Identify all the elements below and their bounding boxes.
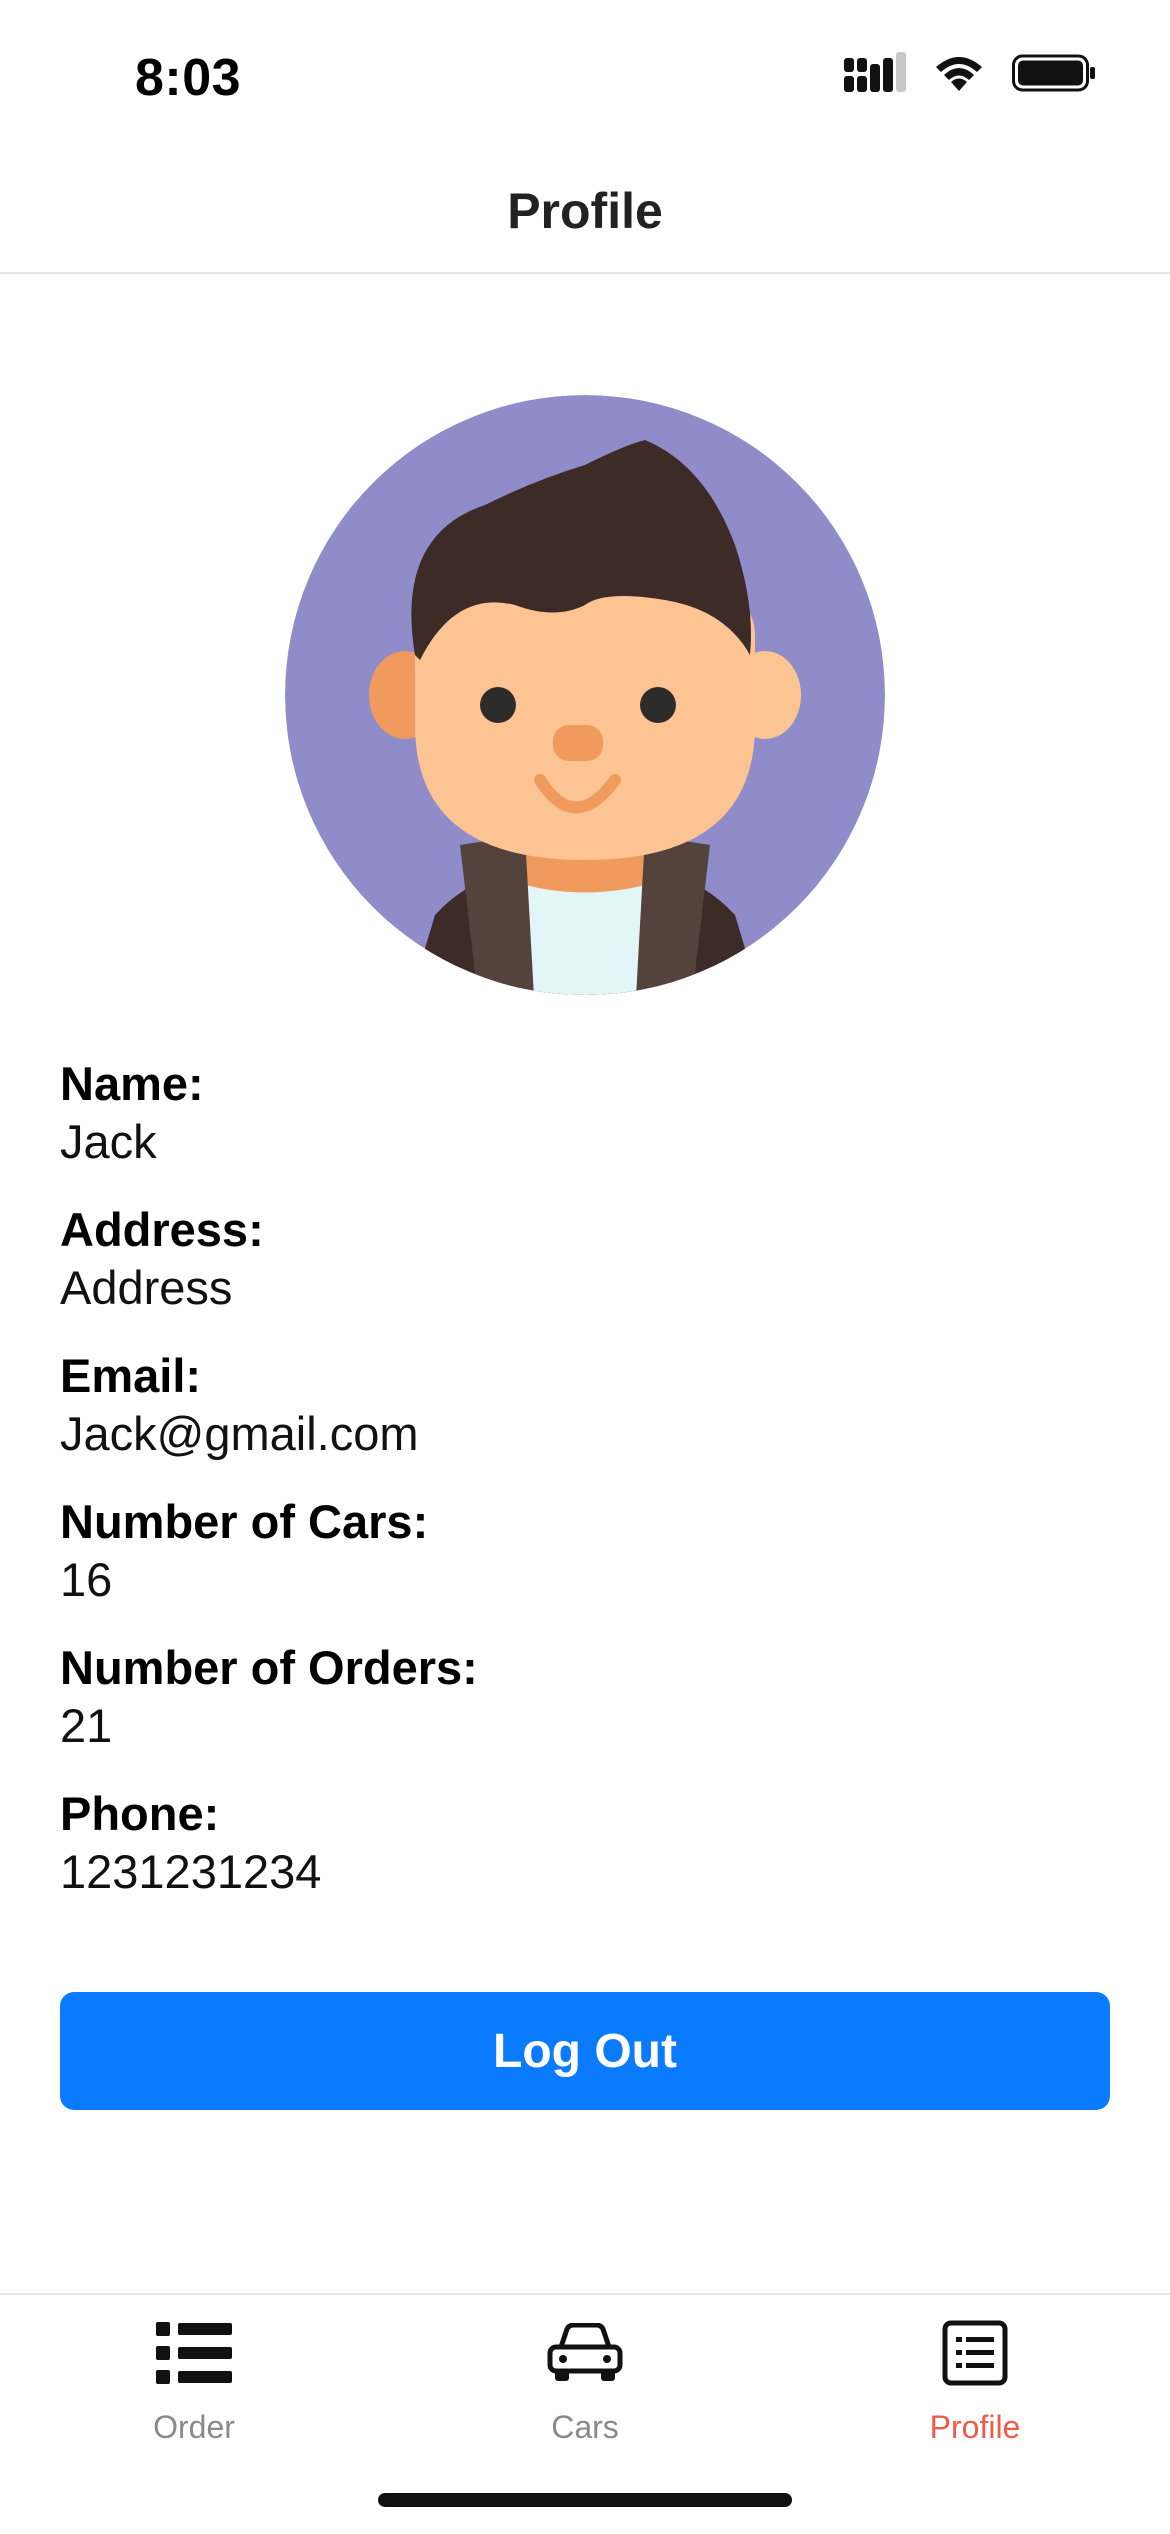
page-title: Profile	[507, 183, 663, 239]
phone-field: Phone: 1231231234	[60, 1785, 1110, 1931]
home-indicator[interactable]	[378, 2493, 792, 2507]
battery-icon	[1012, 53, 1096, 98]
avatar	[285, 395, 885, 995]
name-field: Name: Jack	[60, 1055, 1110, 1201]
cars-count-field: Number of Cars: 16	[60, 1493, 1110, 1639]
tab-order-label: Order	[153, 2409, 235, 2445]
orders-count-field: Number of Orders: 21	[60, 1639, 1110, 1785]
wifi-icon	[932, 53, 986, 98]
email-label: Email:	[60, 1349, 202, 1402]
cars-count-label: Number of Cars:	[60, 1495, 429, 1548]
address-label: Address:	[60, 1203, 264, 1256]
email-value: Jack@gmail.com	[60, 1407, 419, 1460]
tab-profile-label: Profile	[929, 2409, 1021, 2445]
navigation-header: Profile	[0, 150, 1170, 274]
user-avatar-illustration	[285, 395, 885, 995]
tab-cars-label: Cars	[551, 2409, 619, 2445]
tab-order[interactable]: Order	[44, 2315, 344, 2465]
car-icon	[545, 2315, 625, 2391]
tab-profile[interactable]: Profile	[825, 2315, 1125, 2465]
phone-label: Phone:	[60, 1787, 220, 1840]
address-value: Address	[60, 1261, 233, 1314]
tab-cars[interactable]: Cars	[435, 2315, 735, 2465]
status-bar: 8:03	[0, 0, 1170, 150]
phone-value: 1231231234	[60, 1845, 322, 1898]
signal-icon	[844, 52, 906, 99]
logout-button[interactable]: Log Out	[60, 1992, 1110, 2110]
name-value: Jack	[60, 1115, 157, 1168]
document-list-icon	[935, 2315, 1015, 2391]
status-icons	[844, 52, 1096, 99]
name-label: Name:	[60, 1057, 204, 1110]
orders-count-value: 21	[60, 1699, 113, 1752]
orders-count-label: Number of Orders:	[60, 1641, 478, 1694]
email-field: Email: Jack@gmail.com	[60, 1347, 1110, 1493]
status-time: 8:03	[135, 49, 242, 107]
list-icon	[154, 2315, 234, 2391]
profile-info: Name: Jack Address: Address Email: Jack@…	[60, 1055, 1110, 1931]
cars-count-value: 16	[60, 1553, 113, 1606]
address-field: Address: Address	[60, 1201, 1110, 1347]
